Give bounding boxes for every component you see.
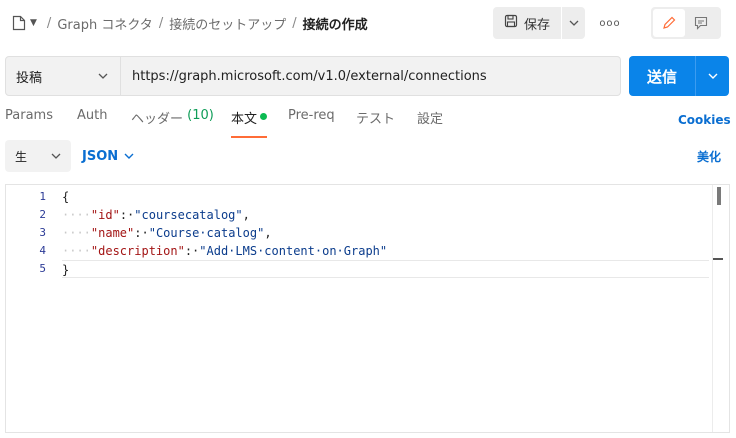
line-number: 1 — [39, 190, 46, 203]
comment-icon — [694, 16, 708, 30]
code-line[interactable]: { — [62, 188, 709, 206]
chevron-down-icon — [569, 20, 578, 26]
chevron-down-icon — [124, 153, 134, 159]
view-mode-toggle — [651, 7, 721, 39]
tab-label: 設定 — [417, 112, 444, 127]
json-separator: :· — [119, 208, 135, 222]
code-line[interactable]: ····"description":·"Add·LMS·content·on·G… — [62, 242, 709, 260]
edit-mode-button[interactable] — [653, 9, 685, 37]
tab-pre-request[interactable]: Pre-req — [288, 108, 335, 136]
code-line[interactable]: ····"id":·"coursecatalog", — [62, 206, 709, 224]
body-mode-select[interactable]: 生 — [5, 140, 71, 172]
cookies-link[interactable]: Cookies — [678, 113, 731, 127]
json-value: "Add·LMS·content·on·Graph" — [199, 244, 388, 258]
tab-auth[interactable]: Auth — [77, 108, 107, 136]
json-key: "id" — [90, 208, 120, 222]
breadcrumb: ▼ / Graph コネクタ / 接続のセットアップ / 接続の作成 — [12, 10, 368, 36]
method-select[interactable]: 投稿 — [5, 56, 121, 96]
body-mode-label: 生 — [15, 149, 28, 164]
save-label: 保存 — [523, 17, 550, 33]
body-format-label: JSON — [82, 148, 119, 164]
body-format-select[interactable]: JSON — [82, 146, 134, 166]
save-button[interactable]: 保存 — [493, 7, 562, 39]
line-number: 4 — [39, 244, 46, 257]
beautify-link[interactable]: 美化 — [697, 148, 721, 165]
more-options-button[interactable]: ooo — [598, 13, 622, 33]
tab-label: ヘッダー — [131, 112, 184, 127]
scrollbar-cursor-marker — [713, 258, 723, 260]
breadcrumb-separator: / — [46, 15, 52, 31]
code-whitespace: ···· — [62, 244, 91, 258]
breadcrumb-separator: / — [158, 15, 164, 31]
code-editor[interactable]: 1 2 3 4 5 { ····"id":·"coursecatalog", ·… — [5, 184, 730, 433]
json-separator: :· — [134, 226, 149, 240]
code-text: } — [62, 263, 70, 277]
send-button-group: 送信 — [629, 56, 729, 96]
status-dot — [260, 113, 268, 120]
json-key: "description" — [90, 244, 185, 258]
tab-label: 本文 — [231, 112, 258, 127]
line-number: 2 — [39, 208, 46, 221]
tab-tests[interactable]: テスト — [356, 108, 395, 136]
chevron-down-icon — [51, 153, 61, 159]
tab-body[interactable]: 本文 — [231, 108, 268, 138]
method-label: 投稿 — [16, 70, 43, 86]
code-text: , — [242, 208, 250, 222]
code-line[interactable]: ····"name":·"Course·catalog", — [62, 224, 709, 242]
pencil-icon — [663, 16, 676, 29]
tab-params[interactable]: Params — [5, 108, 53, 136]
code-whitespace: ···· — [62, 226, 91, 240]
tab-label: テスト — [356, 112, 396, 127]
code-lines: { ····"id":·"coursecatalog", ····"name":… — [62, 188, 709, 278]
chevron-down-icon[interactable]: ▼ — [30, 18, 37, 28]
code-line-current[interactable]: } — [62, 260, 709, 278]
document-icon[interactable] — [12, 14, 28, 32]
chevron-down-icon — [98, 73, 108, 79]
line-number: 5 — [39, 262, 46, 275]
url-input[interactable]: https://graph.microsoft.com/v1.0/externa… — [121, 56, 621, 96]
breadcrumb-item-connection-setup[interactable]: 接続のセットアップ — [169, 14, 286, 33]
editor-scrollbar[interactable] — [712, 185, 727, 432]
tab-headers[interactable]: ヘッダー (10) — [131, 108, 214, 136]
scrollbar-thumb[interactable] — [717, 187, 721, 205]
send-button[interactable]: 送信 — [629, 56, 695, 96]
save-icon — [504, 14, 518, 32]
chevron-down-icon — [708, 73, 717, 79]
page-title: 接続の作成 — [302, 17, 368, 33]
tab-label: Pre-req — [288, 108, 335, 123]
send-dropdown-button[interactable] — [695, 56, 729, 96]
breadcrumb-separator: / — [292, 15, 297, 31]
json-separator: :· — [184, 244, 200, 258]
code-whitespace: ···· — [62, 208, 91, 222]
request-tabs: Params Auth ヘッダー (10) 本文 Pre-req テスト 設定 — [0, 108, 736, 138]
breadcrumb-item-graph-connector[interactable]: Graph コネクタ — [57, 14, 153, 33]
code-text: , — [264, 226, 272, 240]
save-dropdown-button[interactable] — [562, 7, 585, 39]
line-number-gutter: 1 2 3 4 5 — [6, 188, 46, 278]
json-value: "Course·catalog" — [148, 226, 265, 240]
tab-label: Params — [5, 108, 53, 123]
json-value: "coursecatalog" — [134, 208, 243, 222]
tab-label: Auth — [77, 108, 108, 123]
json-key: "name" — [90, 226, 135, 240]
comment-mode-button[interactable] — [685, 9, 717, 37]
line-number: 3 — [39, 226, 46, 239]
tab-settings[interactable]: 設定 — [417, 108, 443, 136]
header-count: (10) — [187, 108, 214, 123]
code-text: { — [62, 190, 70, 204]
save-button-group: 保存 — [493, 7, 585, 39]
